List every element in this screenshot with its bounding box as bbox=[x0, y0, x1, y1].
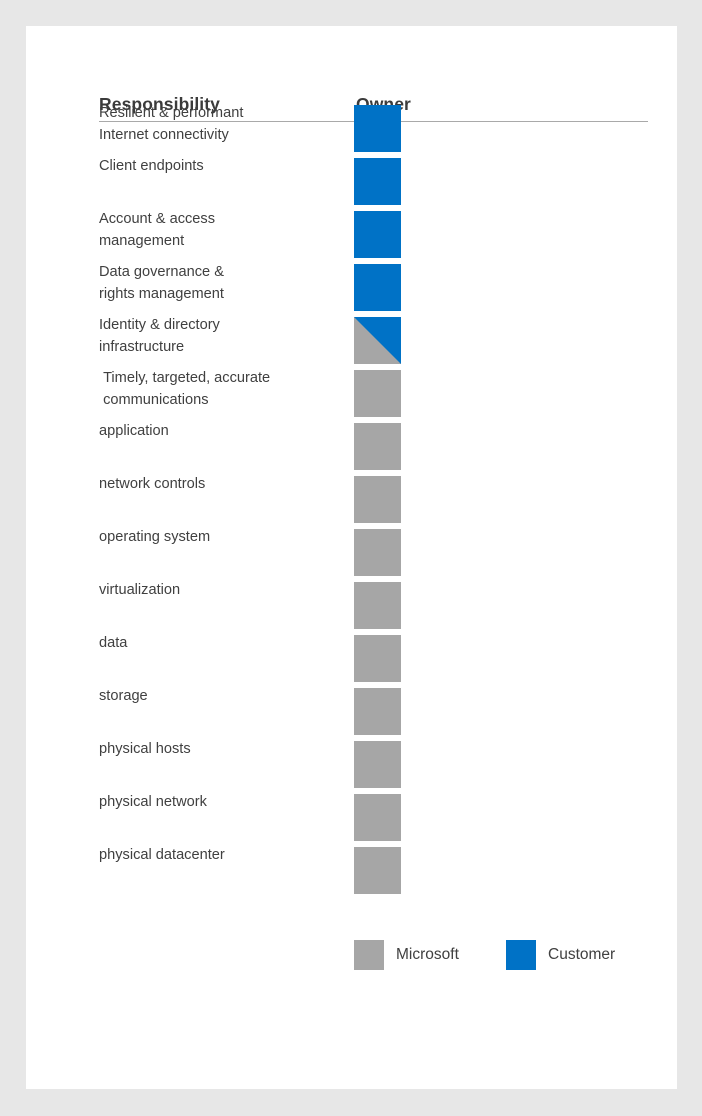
table-row: physical network bbox=[26, 794, 677, 841]
owner-swatch-microsoft-icon bbox=[354, 582, 401, 629]
table-row: network controls bbox=[26, 476, 677, 523]
owner-swatch-microsoft-icon bbox=[354, 741, 401, 788]
responsibility-label: Identity & directory infrastructure bbox=[99, 317, 220, 355]
table-row: operating system bbox=[26, 529, 677, 576]
responsibility-label: physical hosts bbox=[99, 741, 191, 757]
owner-swatch-customer-icon bbox=[354, 211, 401, 258]
owner-swatch-customer-icon bbox=[354, 105, 401, 152]
responsibility-label: network controls bbox=[99, 476, 206, 492]
table-row: Client endpoints bbox=[26, 158, 677, 205]
owner-swatch-microsoft-icon bbox=[354, 635, 401, 682]
table-row: application bbox=[26, 423, 677, 470]
chart-sheet: Responsibility Owner Resilient & perform… bbox=[26, 26, 677, 1089]
legend-item-customer: Customer bbox=[506, 940, 615, 970]
owner-swatch-microsoft-icon bbox=[354, 529, 401, 576]
legend-swatch-microsoft-icon bbox=[354, 940, 384, 970]
responsibility-label: application bbox=[99, 423, 169, 439]
responsibility-label: Resilient & performant Internet connecti… bbox=[99, 105, 244, 143]
responsibility-label: data bbox=[99, 635, 128, 651]
responsibility-label: Data governance & rights management bbox=[99, 264, 224, 302]
legend-item-microsoft: Microsoft bbox=[354, 940, 459, 970]
table-row: Identity & directory infrastructure bbox=[26, 317, 677, 364]
responsibility-label: Account & access management bbox=[99, 211, 215, 249]
responsibility-label: physical datacenter bbox=[99, 847, 225, 863]
owner-swatch-microsoft-icon bbox=[354, 688, 401, 735]
table-row: Data governance & rights management bbox=[26, 264, 677, 311]
table-row: Resilient & performant Internet connecti… bbox=[26, 105, 677, 152]
table-row: virtualization bbox=[26, 582, 677, 629]
legend-swatch-customer-icon bbox=[506, 940, 536, 970]
owner-swatch-customer-icon bbox=[354, 264, 401, 311]
responsibility-label: Timely, targeted, accurate communication… bbox=[103, 370, 271, 408]
table-row: storage bbox=[26, 688, 677, 735]
responsibility-label: storage bbox=[99, 688, 148, 704]
owner-swatch-microsoft-icon bbox=[354, 794, 401, 841]
table-row: data bbox=[26, 635, 677, 682]
owner-swatch-microsoft-icon bbox=[354, 423, 401, 470]
legend-label-microsoft: Microsoft bbox=[396, 946, 459, 963]
owner-swatch-customer-icon bbox=[354, 158, 401, 205]
owner-swatch-microsoft-icon bbox=[354, 847, 401, 894]
shared-responsibility-chart: Responsibility Owner Resilient & perform… bbox=[0, 0, 702, 1116]
table-row: Timely, targeted, accurate communication… bbox=[26, 370, 677, 417]
table-row: physical datacenter bbox=[26, 847, 677, 894]
legend-label-customer: Customer bbox=[548, 946, 616, 963]
table-row: Account & access management bbox=[26, 211, 677, 258]
responsibility-label: virtualization bbox=[99, 582, 181, 598]
responsibility-label: operating system bbox=[99, 529, 211, 545]
responsibility-label: Client endpoints bbox=[99, 158, 204, 174]
owner-swatch-microsoft-icon bbox=[354, 476, 401, 523]
table-row: physical hosts bbox=[26, 741, 677, 788]
owner-swatch-microsoft-icon bbox=[354, 370, 401, 417]
owner-swatch-split-icon bbox=[354, 317, 401, 364]
responsibility-label: physical network bbox=[99, 794, 207, 810]
